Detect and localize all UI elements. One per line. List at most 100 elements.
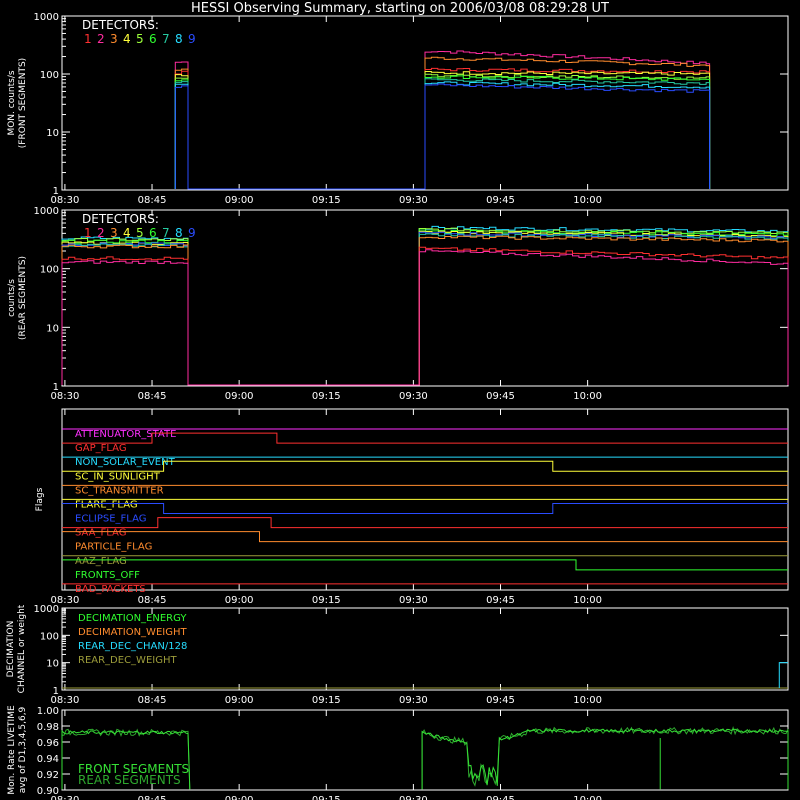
x-tick-label: 09:00 [225, 795, 254, 800]
x-tick-label: 08:45 [138, 695, 167, 706]
series-line [61, 230, 789, 386]
y-tick-label: 1000 [34, 206, 59, 217]
legend-title: DETECTORS: [82, 212, 159, 226]
x-tick-label: 09:30 [399, 391, 428, 402]
y-tick-label: 100 [40, 265, 59, 276]
legend-title: DETECTORS: [82, 18, 159, 32]
legend-item: 7 [162, 32, 170, 46]
y-tick-label: 10 [46, 128, 59, 139]
legend-item: 3 [110, 32, 118, 46]
y-axis-label: Flags [35, 487, 45, 511]
y-axis-label: Mon. Rate LIVETIME [7, 705, 17, 795]
legend-item: 6 [149, 226, 157, 240]
flag-label: GAP_FLAG [75, 443, 127, 454]
x-tick-label: 10:00 [573, 695, 602, 706]
legend-item: 4 [123, 226, 131, 240]
chart-title: HESSI Observing Summary, starting on 200… [191, 1, 609, 16]
y-tick-label: 1000 [34, 604, 59, 615]
x-tick-label: 09:15 [312, 695, 341, 706]
x-tick-label: 09:45 [486, 391, 515, 402]
x-tick-label: 08:45 [138, 195, 167, 206]
y-tick-label: 1 [53, 186, 59, 197]
flag-label: NON_SOLAR_EVENT [75, 457, 176, 468]
flag-label: FRONTS_OFF [75, 570, 140, 581]
y-axis-label: DECIMATION [6, 621, 16, 678]
y-tick-label: 10 [46, 659, 59, 670]
legend-item: 1 [84, 226, 92, 240]
y-tick-label: 0.98 [37, 722, 59, 733]
flag-label: ATTENUATOR_STATE [75, 429, 176, 440]
legend-item: 7 [162, 226, 170, 240]
y-tick-label: 1 [53, 382, 59, 393]
legend-item: 2 [97, 226, 105, 240]
legend-item: 5 [136, 32, 144, 46]
legend-item: 6 [149, 32, 157, 46]
legend-item: 1 [84, 32, 92, 46]
y-tick-label: 0.92 [37, 770, 59, 781]
legend-item: 3 [110, 226, 118, 240]
x-tick-label: 09:30 [399, 695, 428, 706]
legend-item: REAR_DEC_CHAN/128 [78, 641, 187, 652]
series-line [61, 225, 789, 386]
y-axis-label: CHANNEL or weight [17, 604, 27, 693]
series-line [61, 249, 789, 386]
x-tick-label: 09:15 [312, 795, 341, 800]
x-tick-label: 09:15 [312, 195, 341, 206]
y-tick-label: 1.00 [37, 706, 59, 717]
flag-line [62, 517, 788, 529]
x-tick-label: 09:45 [486, 595, 515, 606]
series-line [778, 662, 788, 688]
flag-line [62, 503, 788, 514]
x-tick-label: 09:00 [225, 595, 254, 606]
flag-label: SC_TRANSMITTER [75, 485, 164, 496]
flag-label: PARTICLE_FLAG [75, 542, 152, 553]
flag-line [62, 531, 788, 543]
x-tick-label: 10:00 [573, 795, 602, 800]
x-tick-label: 09:00 [225, 391, 254, 402]
series-line [174, 83, 711, 190]
y-tick-label: 0.90 [37, 786, 59, 797]
legend-item: 2 [97, 32, 105, 46]
y-tick-label: 100 [40, 70, 59, 81]
series-line [174, 78, 711, 190]
y-axis-label: MON. counts/s [7, 70, 17, 135]
y-axis-label: avg of D1,3,4,5,6,9 [18, 706, 28, 793]
y-axis-label: (FRONT SEGMENTS) [18, 58, 28, 148]
legend-item: DECIMATION_WEIGHT [78, 627, 187, 638]
series-line [61, 231, 789, 386]
flag-label: SAA_FLAG [75, 528, 126, 539]
legend-item: 9 [188, 32, 196, 46]
x-tick-label: 09:30 [399, 595, 428, 606]
observing-summary: HESSI Observing Summary, starting on 200… [0, 0, 800, 800]
legend-item: REAR_DEC_WEIGHT [78, 655, 177, 666]
y-tick-label: 100 [40, 631, 59, 642]
x-tick-label: 08:45 [138, 391, 167, 402]
x-tick-label: 09:45 [486, 195, 515, 206]
series-line [61, 229, 789, 386]
y-axis-label: counts/s [7, 279, 17, 317]
x-tick-label: 10:00 [573, 595, 602, 606]
series-line [174, 81, 711, 190]
flag-label: SC_IN_SUNLIGHT [75, 471, 161, 482]
flag-label: BAD_PACKETS [75, 584, 146, 595]
y-tick-label: 1000 [34, 12, 59, 23]
legend-item: 8 [175, 226, 183, 240]
y-tick-label: 1 [53, 686, 59, 697]
x-tick-label: 09:30 [399, 795, 428, 800]
x-tick-label: 08:45 [138, 595, 167, 606]
flag-label: FLARE_FLAG [75, 499, 138, 510]
y-tick-label: 0.96 [37, 738, 59, 749]
legend-item: 8 [175, 32, 183, 46]
chart-canvas: HESSI Observing Summary, starting on 200… [6, 1, 789, 800]
x-tick-label: 09:00 [225, 195, 254, 206]
legend-item: REAR SEGMENTS [78, 773, 181, 787]
legend-item: 5 [136, 226, 144, 240]
legend-item: DECIMATION_ENERGY [78, 613, 187, 624]
flag-line [62, 559, 788, 571]
x-tick-label: 09:45 [486, 795, 515, 800]
y-axis-label: (REAR SEGMENTS) [18, 256, 28, 340]
legend-item: 9 [188, 226, 196, 240]
series-line [174, 75, 711, 190]
x-tick-label: 09:45 [486, 695, 515, 706]
series-line [174, 73, 711, 190]
